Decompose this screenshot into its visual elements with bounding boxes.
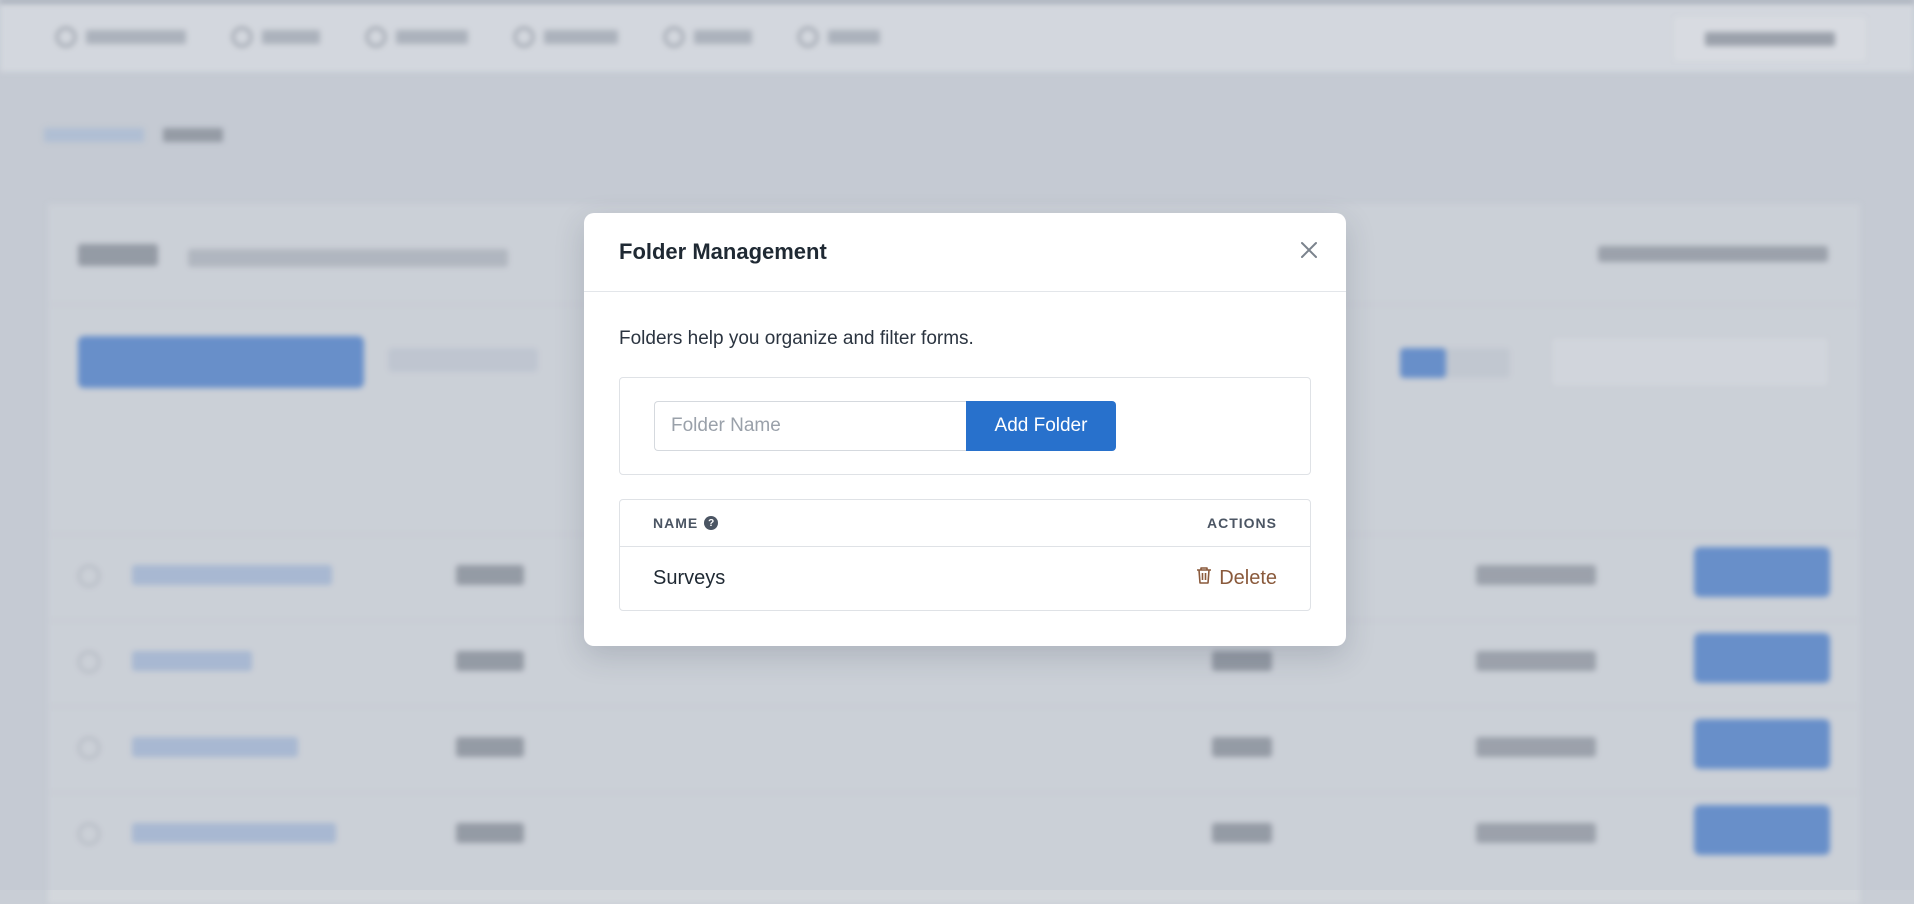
folder-name: Surveys [653,567,726,589]
modal-title: Folder Management [619,239,827,264]
trash-icon [1195,565,1213,591]
modal-description: Folders help you organize and filter for… [619,328,974,349]
name-header-label: NAME [653,515,699,531]
help-icon[interactable]: ? [704,516,719,530]
add-folder-form: Add Folder [619,377,1311,475]
modal-header: Folder Management [584,213,1346,292]
delete-label: Delete [1219,566,1277,589]
delete-folder-button[interactable]: Delete [1195,565,1277,591]
add-folder-button[interactable]: Add Folder [966,401,1116,451]
folders-table-header: NAME ? ACTIONS [620,500,1310,547]
table-row: Surveys Delete [620,547,1310,611]
folder-management-modal: Folder Management Folders help you organ… [584,213,1346,646]
folder-name-input[interactable] [654,401,966,451]
close-icon[interactable] [1294,235,1324,265]
actions-column-header: ACTIONS [1207,515,1277,531]
folders-table: NAME ? ACTIONS Surveys Delete [619,499,1311,611]
name-column-header: NAME ? [653,515,719,531]
